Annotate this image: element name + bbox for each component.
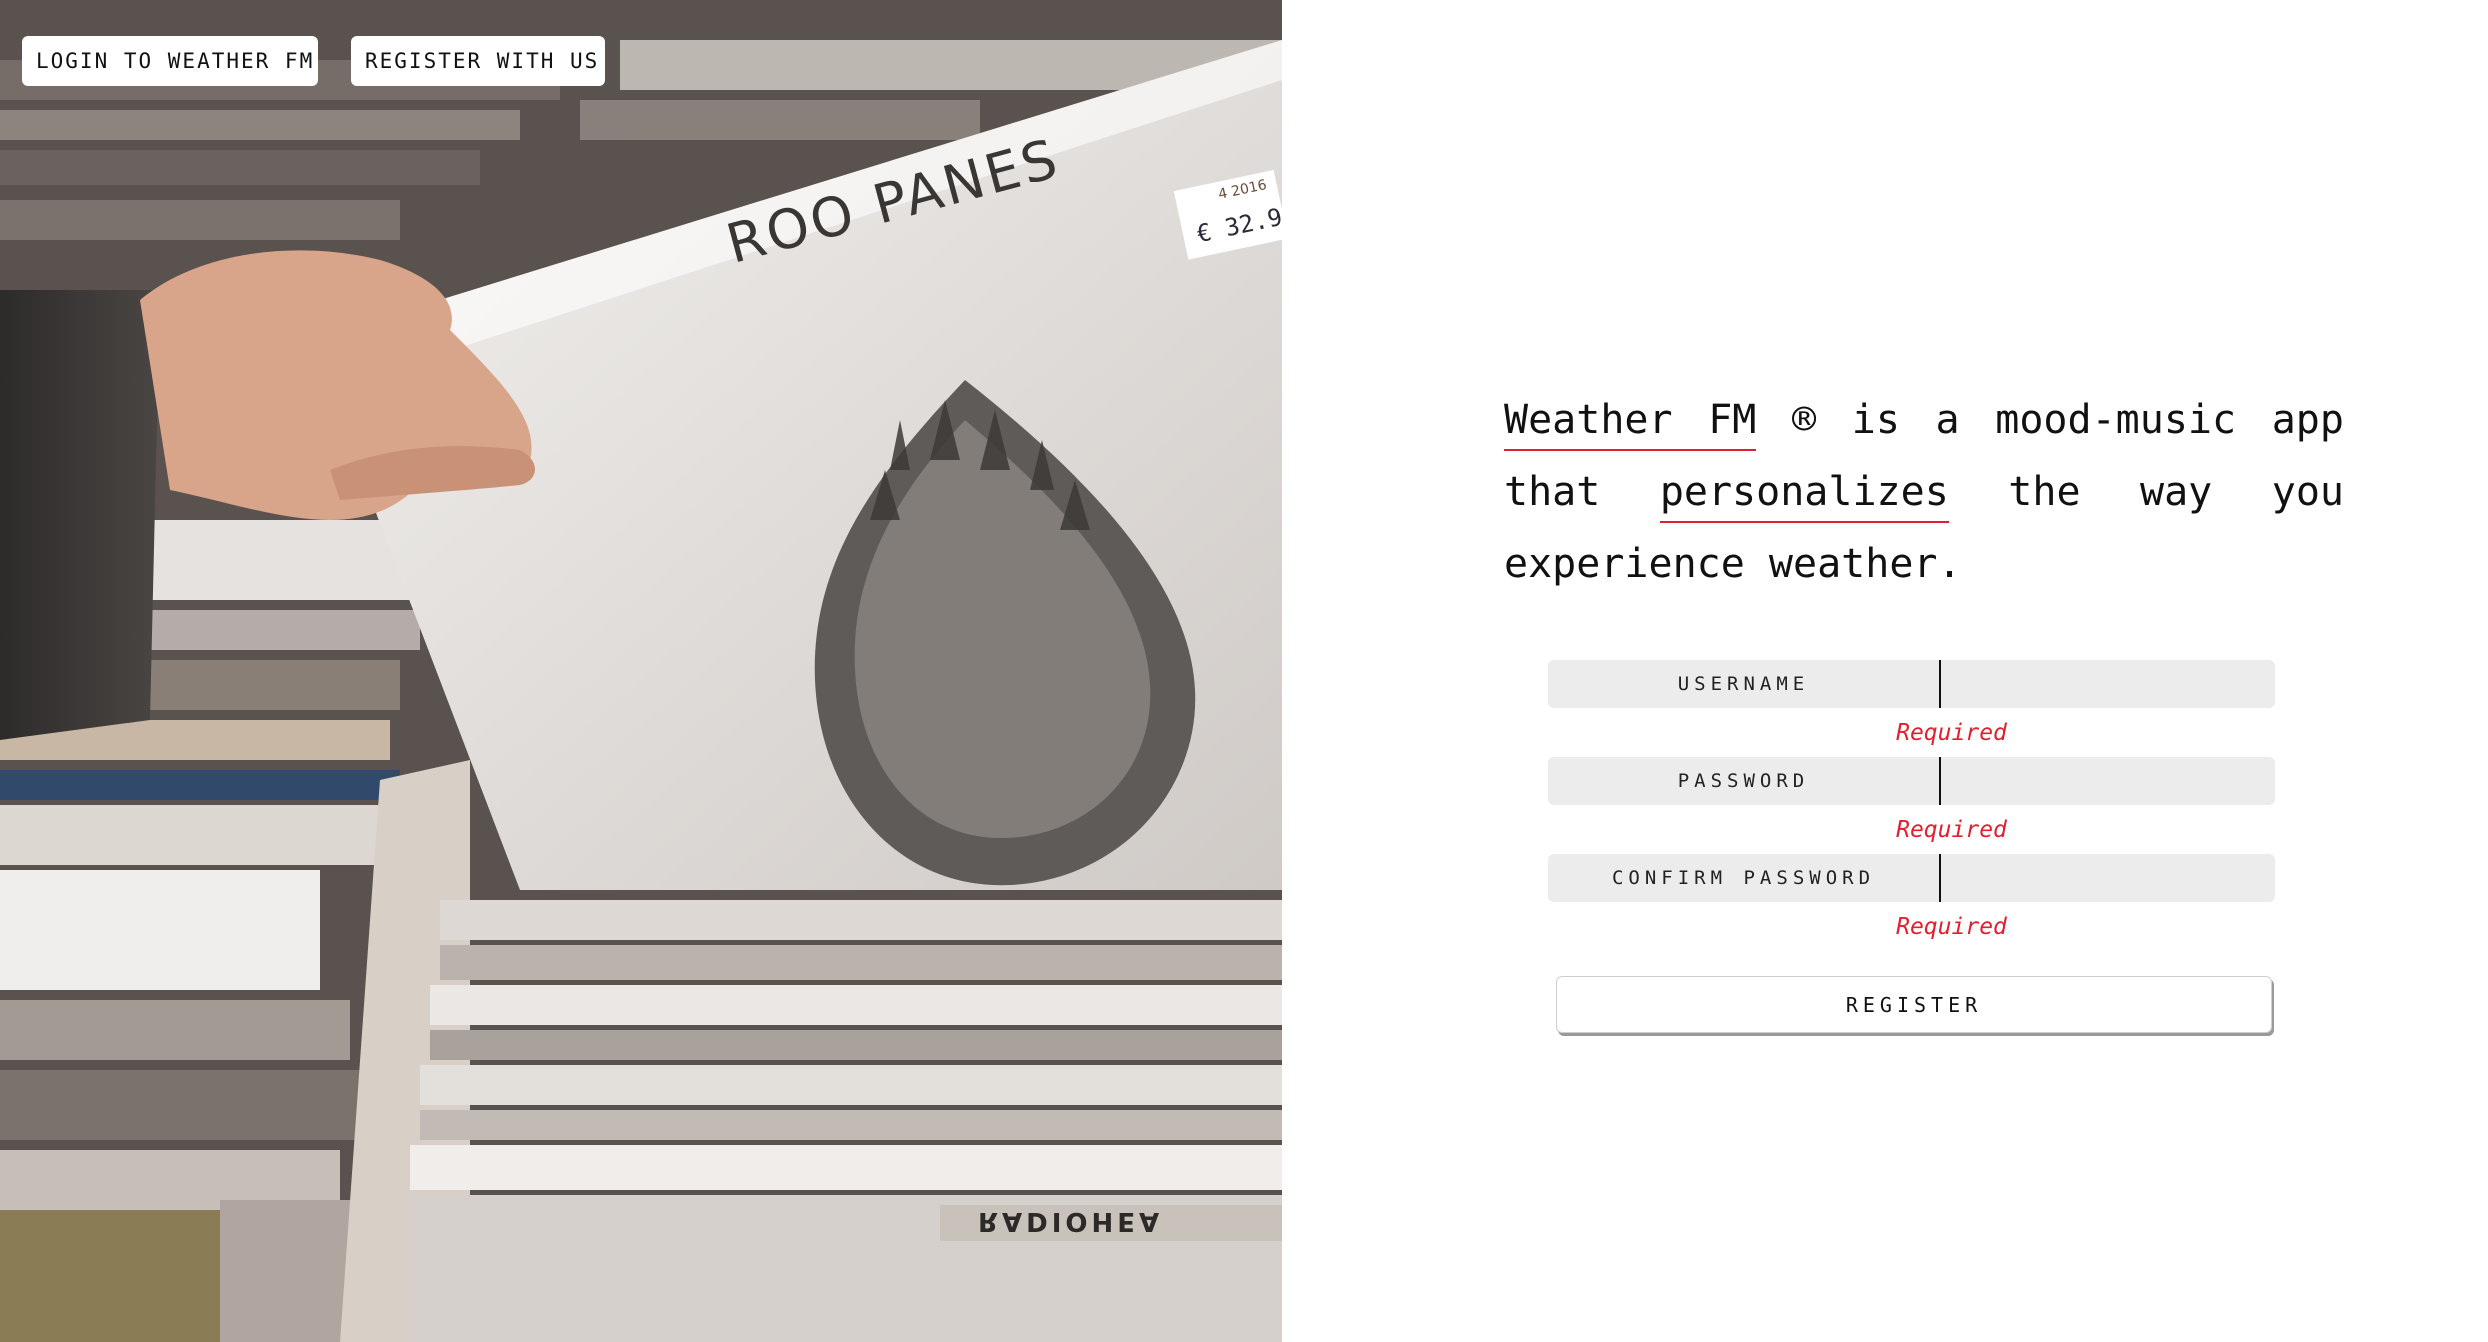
trademark-symbol: ® (1792, 397, 1817, 443)
bin-label-text: RADIOHEA (978, 1206, 1164, 1236)
password-label: PASSWORD (1548, 757, 1941, 805)
password-field-row: PASSWORD (1548, 757, 2275, 805)
login-nav-button[interactable]: LOGIN TO WEATHER FM (22, 36, 318, 86)
record-store-image (0, 0, 1282, 1342)
intro-text: Weather FM ® is a mood-music app that pe… (1504, 384, 2344, 600)
username-error: Required (1896, 719, 2007, 746)
brand-name-text: Weather FM (1504, 397, 1757, 443)
highlight-word: personalizes (1659, 469, 1949, 523)
register-form: USERNAME Required PASSWORD Required CONF… (1548, 660, 2275, 951)
hero-photo: ROO PANES 4 2016 € 32.99 RADIOHEA LOGIN … (0, 0, 1282, 1342)
password-error: Required (1896, 816, 2007, 843)
confirm-password-error: Required (1896, 913, 2007, 940)
username-label: USERNAME (1548, 660, 1941, 708)
register-nav-button[interactable]: REGISTER WITH US (351, 36, 605, 86)
confirm-password-input[interactable] (1941, 854, 2275, 902)
username-field-row: USERNAME (1548, 660, 2275, 708)
confirm-password-label: CONFIRM PASSWORD (1548, 854, 1941, 902)
register-page: ROO PANES 4 2016 € 32.99 RADIOHEA LOGIN … (0, 0, 2488, 1342)
password-input[interactable] (1941, 757, 2275, 805)
brand-name: Weather FM (1504, 397, 1757, 451)
confirm-password-field-row: CONFIRM PASSWORD (1548, 854, 2275, 902)
username-input[interactable] (1941, 660, 2275, 708)
register-submit-button[interactable]: REGISTER (1556, 976, 2272, 1033)
